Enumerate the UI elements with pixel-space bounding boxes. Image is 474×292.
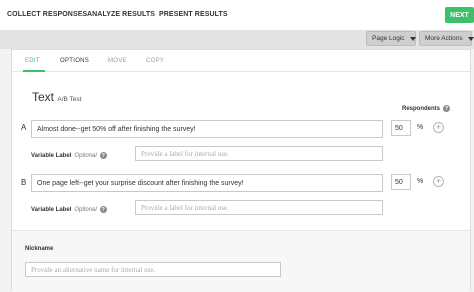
- chevron-down-icon: [409, 36, 416, 41]
- next-button[interactable]: NEXT: [445, 7, 474, 23]
- help-icon[interactable]: ?: [443, 105, 451, 112]
- question-type-title: Text A/B Test: [32, 90, 81, 104]
- nickname-label: Nickname: [25, 246, 54, 252]
- tab-edit[interactable]: EDIT: [25, 58, 40, 64]
- percent-sign: %: [417, 124, 424, 131]
- tab-copy[interactable]: COPY: [146, 58, 164, 64]
- tab-move[interactable]: MOVE: [108, 58, 127, 64]
- help-icon[interactable]: ?: [99, 206, 107, 213]
- arrow-right-icon: →: [149, 10, 157, 19]
- question-editor-panel: EDIT OPTIONS MOVE COPY Text A/B Test Res…: [11, 49, 471, 292]
- variable-label-text: Variable Label: [31, 152, 72, 159]
- step-present-results[interactable]: PRESENT RESULTS: [159, 11, 228, 18]
- step-collect-responses[interactable]: COLLECT RESPONSES: [7, 11, 87, 18]
- variable-label-a-input[interactable]: Provide a label for internal use.: [135, 146, 383, 161]
- variant-b-text-input[interactable]: One page left--get your surprise discoun…: [31, 174, 383, 192]
- nickname-input[interactable]: Provide an alternative name for internal…: [25, 262, 281, 277]
- page-logic-label: Page Logic: [372, 35, 405, 42]
- arrow-right-icon: →: [77, 10, 85, 19]
- variant-b-percent-input[interactable]: 50: [391, 174, 411, 190]
- optional-text: Optional: [74, 206, 97, 213]
- optional-text: Optional: [74, 152, 97, 159]
- variable-label-b: Variable Label Optional ?: [31, 206, 107, 213]
- question-subtype: A/B Test: [57, 96, 82, 103]
- more-actions-label: More Actions: [425, 35, 463, 42]
- question-type: Text: [32, 90, 55, 104]
- active-tab-indicator: [23, 70, 45, 72]
- variable-label-text: Variable Label: [31, 206, 72, 213]
- variant-a-letter: A: [21, 123, 27, 132]
- variant-b-letter: B: [21, 178, 27, 187]
- help-icon[interactable]: ?: [99, 152, 107, 159]
- variant-a-percent-input[interactable]: 50: [391, 120, 411, 136]
- step-analyze-results[interactable]: ANALYZE RESULTS: [87, 11, 155, 18]
- variant-a-text-input[interactable]: Almost done--get 50% off after finishing…: [31, 120, 383, 138]
- editor-tabs: EDIT OPTIONS MOVE COPY: [12, 50, 470, 72]
- variable-label-placeholder: Provide a label for internal use.: [141, 203, 229, 212]
- chevron-down-icon: [467, 36, 474, 41]
- page-logic-dropdown[interactable]: Page Logic: [366, 31, 416, 46]
- top-steps-bar: COLLECT RESPONSES → ANALYZE RESULTS → PR…: [0, 0, 474, 31]
- more-actions-dropdown[interactable]: More Actions: [419, 31, 474, 46]
- nickname-placeholder: Provide an alternative name for internal…: [31, 265, 156, 274]
- tab-options[interactable]: OPTIONS: [60, 58, 89, 64]
- respondents-label: Respondents: [402, 105, 441, 112]
- respondents-header: Respondents ?: [402, 105, 451, 112]
- add-variant-icon[interactable]: +: [433, 176, 444, 187]
- percent-sign: %: [417, 178, 424, 185]
- variable-label-b-input[interactable]: Provide a label for internal use.: [135, 200, 383, 215]
- variable-label-a: Variable Label Optional ?: [31, 152, 107, 159]
- add-variant-icon[interactable]: +: [433, 122, 444, 133]
- variable-label-placeholder: Provide a label for internal use.: [141, 149, 229, 158]
